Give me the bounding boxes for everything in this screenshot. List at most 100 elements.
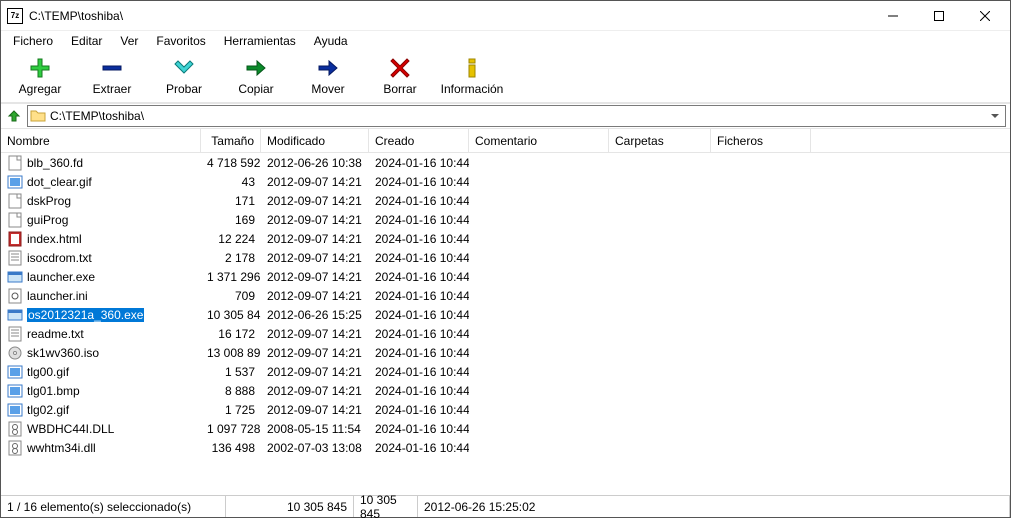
plus-icon bbox=[28, 56, 52, 80]
file-row[interactable]: blb_360.fd4 718 5922012-06-26 10:382024-… bbox=[1, 153, 1010, 172]
file-row[interactable]: readme.txt16 1722012-09-07 14:212024-01-… bbox=[1, 324, 1010, 343]
file-size: 16 172 bbox=[201, 327, 261, 341]
close-button[interactable] bbox=[962, 1, 1008, 31]
file-icon bbox=[7, 421, 23, 437]
file-row[interactable]: isocdrom.txt2 1782012-09-07 14:212024-01… bbox=[1, 248, 1010, 267]
copy-button[interactable]: Copiar bbox=[221, 54, 291, 98]
file-created: 2024-01-16 10:44 bbox=[369, 289, 469, 303]
file-size: 1 097 728 bbox=[201, 422, 261, 436]
menu-editar[interactable]: Editar bbox=[63, 32, 110, 50]
file-created: 2024-01-16 10:44 bbox=[369, 194, 469, 208]
file-icon bbox=[7, 326, 23, 342]
file-modified: 2012-09-07 14:21 bbox=[261, 251, 369, 265]
extract-label: Extraer bbox=[93, 82, 132, 96]
address-combo[interactable]: C:\TEMP\toshiba\ bbox=[27, 105, 1006, 127]
col-ficheros[interactable]: Ficheros bbox=[711, 129, 811, 152]
delete-label: Borrar bbox=[383, 82, 416, 96]
menu-ver[interactable]: Ver bbox=[112, 32, 146, 50]
move-button[interactable]: Mover bbox=[293, 54, 363, 98]
file-created: 2024-01-16 10:44 bbox=[369, 384, 469, 398]
titlebar: 7z C:\TEMP\toshiba\ bbox=[1, 1, 1010, 31]
file-name-cell: index.html bbox=[1, 231, 201, 247]
file-name-cell: isocdrom.txt bbox=[1, 250, 201, 266]
menu-fichero[interactable]: Fichero bbox=[5, 32, 61, 50]
menu-herramientas[interactable]: Herramientas bbox=[216, 32, 304, 50]
file-name-cell: dskProg bbox=[1, 193, 201, 209]
file-created: 2024-01-16 10:44 bbox=[369, 232, 469, 246]
file-row[interactable]: launcher.ini7092012-09-07 14:212024-01-1… bbox=[1, 286, 1010, 305]
file-icon bbox=[7, 212, 23, 228]
file-modified: 2002-07-03 13:08 bbox=[261, 441, 369, 455]
file-name: launcher.ini bbox=[27, 289, 88, 303]
file-name: guiProg bbox=[27, 213, 68, 227]
menu-favoritos[interactable]: Favoritos bbox=[148, 32, 213, 50]
file-row[interactable]: sk1wv360.iso13 008 8962012-09-07 14:2120… bbox=[1, 343, 1010, 362]
file-name: tlg00.gif bbox=[27, 365, 69, 379]
file-created: 2024-01-16 10:44 bbox=[369, 422, 469, 436]
file-icon bbox=[7, 440, 23, 456]
test-button[interactable]: Probar bbox=[149, 54, 219, 98]
file-size: 136 498 bbox=[201, 441, 261, 455]
file-name: tlg01.bmp bbox=[27, 384, 80, 398]
add-button[interactable]: Agregar bbox=[5, 54, 75, 98]
file-icon bbox=[7, 364, 23, 380]
extract-button[interactable]: Extraer bbox=[77, 54, 147, 98]
file-row[interactable]: wwhtm34i.dll136 4982002-07-03 13:082024-… bbox=[1, 438, 1010, 457]
maximize-button[interactable] bbox=[916, 1, 962, 31]
file-created: 2024-01-16 10:44 bbox=[369, 441, 469, 455]
col-tamano[interactable]: Tamaño bbox=[201, 129, 261, 152]
file-row[interactable]: dot_clear.gif432012-09-07 14:212024-01-1… bbox=[1, 172, 1010, 191]
col-creado[interactable]: Creado bbox=[369, 129, 469, 152]
file-created: 2024-01-16 10:44 bbox=[369, 270, 469, 284]
x-icon bbox=[388, 56, 412, 80]
file-modified: 2008-05-15 11:54 bbox=[261, 422, 369, 436]
check-icon bbox=[172, 56, 196, 80]
file-icon bbox=[7, 193, 23, 209]
file-row[interactable]: index.html12 2242012-09-07 14:212024-01-… bbox=[1, 229, 1010, 248]
menu-ayuda[interactable]: Ayuda bbox=[306, 32, 356, 50]
file-size: 171 bbox=[201, 194, 261, 208]
file-icon bbox=[7, 345, 23, 361]
col-modificado[interactable]: Modificado bbox=[261, 129, 369, 152]
col-carpetas[interactable]: Carpetas bbox=[609, 129, 711, 152]
add-label: Agregar bbox=[19, 82, 62, 96]
delete-button[interactable]: Borrar bbox=[365, 54, 435, 98]
file-modified: 2012-09-07 14:21 bbox=[261, 346, 369, 360]
file-name-cell: readme.txt bbox=[1, 326, 201, 342]
file-name-cell: launcher.exe bbox=[1, 269, 201, 285]
file-icon bbox=[7, 402, 23, 418]
file-size: 1 725 bbox=[201, 403, 261, 417]
statusbar: 1 / 16 elemento(s) seleccionado(s) 10 30… bbox=[1, 495, 1010, 517]
file-size: 12 224 bbox=[201, 232, 261, 246]
minimize-button[interactable] bbox=[870, 1, 916, 31]
file-icon bbox=[7, 155, 23, 171]
status-seldate: 2012-06-26 15:25:02 bbox=[418, 496, 1010, 517]
file-name-cell: tlg02.gif bbox=[1, 402, 201, 418]
info-button[interactable]: Información bbox=[437, 54, 507, 98]
up-button[interactable] bbox=[5, 107, 23, 125]
file-row[interactable]: launcher.exe1 371 2962012-09-07 14:21202… bbox=[1, 267, 1010, 286]
file-list[interactable]: blb_360.fd4 718 5922012-06-26 10:382024-… bbox=[1, 153, 1010, 495]
file-icon bbox=[7, 383, 23, 399]
status-totsize: 10 305 845 bbox=[354, 496, 418, 517]
address-text: C:\TEMP\toshiba\ bbox=[50, 109, 987, 123]
file-row[interactable]: guiProg1692012-09-07 14:212024-01-16 10:… bbox=[1, 210, 1010, 229]
col-nombre[interactable]: Nombre bbox=[1, 129, 201, 152]
dropdown-icon[interactable] bbox=[987, 108, 1003, 124]
column-headers: Nombre Tamaño Modificado Creado Comentar… bbox=[1, 129, 1010, 153]
file-row[interactable]: WBDHC44I.DLL 1 097 7282008-05-15 11:54202… bbox=[1, 419, 1010, 438]
file-row[interactable]: os2012321a_360.exe10 305 8452012-06-26 1… bbox=[1, 305, 1010, 324]
file-name-cell: wwhtm34i.dll bbox=[1, 440, 201, 456]
file-modified: 2012-06-26 15:25 bbox=[261, 308, 369, 322]
file-icon bbox=[7, 269, 23, 285]
file-row[interactable]: tlg01.bmp8 8882012-09-07 14:212024-01-16… bbox=[1, 381, 1010, 400]
file-name: WBDHC44I.DLL bbox=[27, 422, 114, 436]
file-modified: 2012-09-07 14:21 bbox=[261, 327, 369, 341]
file-row[interactable]: tlg00.gif1 5372012-09-07 14:212024-01-16… bbox=[1, 362, 1010, 381]
window-title: C:\TEMP\toshiba\ bbox=[29, 9, 870, 23]
file-icon bbox=[7, 307, 23, 323]
file-row[interactable]: tlg02.gif1 7252012-09-07 14:212024-01-16… bbox=[1, 400, 1010, 419]
col-comentario[interactable]: Comentario bbox=[469, 129, 609, 152]
minus-icon bbox=[100, 56, 124, 80]
file-row[interactable]: dskProg1712012-09-07 14:212024-01-16 10:… bbox=[1, 191, 1010, 210]
